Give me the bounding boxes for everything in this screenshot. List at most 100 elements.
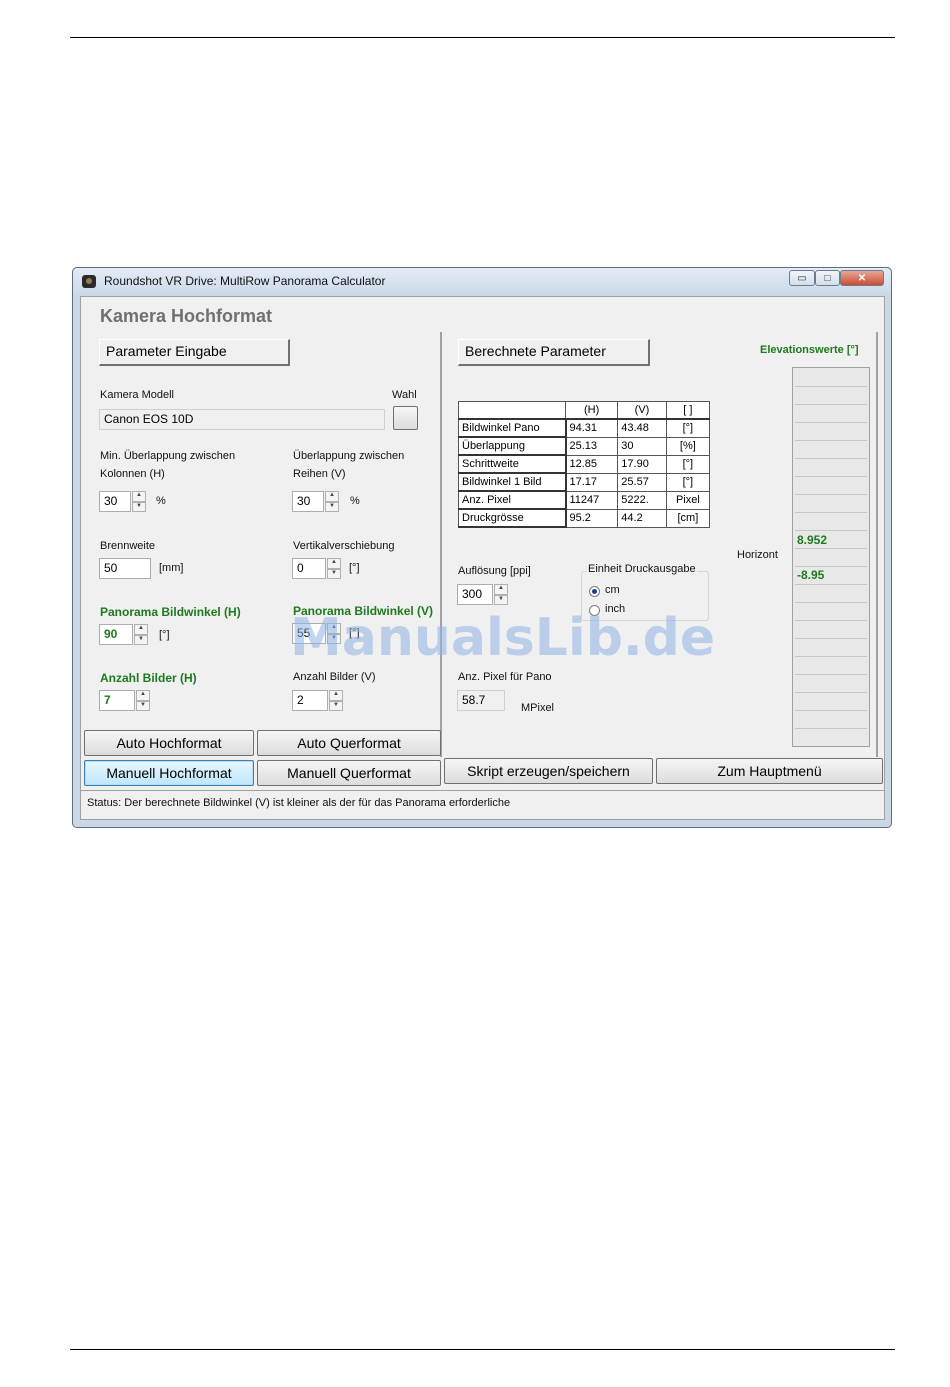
table-cell: [cm] (665, 508, 711, 528)
close-button[interactable]: ✕ (840, 270, 884, 286)
right-panel-border (876, 332, 878, 757)
table-row: Bildwinkel 1 Bild 17.17 25.57 [°] (458, 472, 711, 492)
overlap-rows-stepper[interactable]: ▲ ▼ (325, 491, 339, 512)
resolution-input[interactable]: 300 (457, 584, 493, 605)
table-row-header: Überlappung (458, 436, 567, 456)
elevation-row (795, 530, 867, 531)
maximize-button[interactable]: □ (815, 270, 840, 286)
elevation-row (795, 692, 867, 693)
table-row-header: Bildwinkel 1 Bild (458, 472, 567, 492)
status-bar: Status: Der berechnete Bildwinkel (V) is… (87, 797, 511, 809)
table-row: Druckgrösse 95.2 44.2 [cm] (458, 508, 711, 528)
table-cell: 17.90 (617, 454, 667, 474)
resolution-stepper[interactable]: ▲ ▼ (494, 584, 508, 605)
image-count-h-input[interactable]: 7 (99, 690, 135, 711)
camera-select-button[interactable] (393, 406, 418, 430)
table-cell: 25.13 (564, 436, 619, 456)
auto-portrait-button[interactable]: Auto Hochformat (84, 730, 254, 756)
table-header-row: (H) (V) [ ] (458, 401, 711, 420)
pano-angle-h-unit: [°] (159, 629, 170, 641)
table-row: Bildwinkel Pano 94.31 43.48 [°] (458, 418, 711, 438)
elevation-lower-value: -8.95 (797, 568, 825, 582)
elevation-row (795, 386, 867, 387)
vertical-shift-stepper[interactable]: ▲ ▼ (327, 558, 341, 579)
script-save-button[interactable]: Skript erzeugen/speichern (444, 758, 653, 784)
image-count-h-stepper[interactable]: ▲ ▼ (136, 690, 150, 711)
elevation-row (795, 602, 867, 603)
camera-model-field[interactable]: Canon EOS 10D (99, 409, 385, 430)
overlap-rows-input[interactable]: 30 (292, 491, 324, 512)
camera-model-label: Kamera Modell (100, 389, 174, 401)
table-cell: 12.85 (564, 454, 619, 474)
table-row-header: Schrittweite (458, 454, 567, 474)
camera-icon (82, 275, 96, 288)
manual-portrait-button[interactable]: Manuell Hochformat (84, 760, 254, 786)
elevation-row (795, 512, 867, 513)
elevation-row (795, 422, 867, 423)
table-cell: 17.17 (564, 472, 619, 492)
elevation-row (795, 584, 867, 585)
elevation-row (795, 476, 867, 477)
table-row: Schrittweite 12.85 17.90 [°] (458, 454, 711, 474)
manual-landscape-button[interactable]: Manuell Querformat (257, 760, 441, 786)
table-cell: 11247 (564, 490, 619, 510)
wahl-label: Wahl (392, 389, 417, 401)
client-area: Kamera Hochformat Parameter Eingabe Kame… (80, 296, 885, 820)
print-unit-group-label: Einheit Druckausgabe (587, 563, 697, 575)
image-count-v-stepper[interactable]: ▲ ▼ (329, 690, 343, 711)
unit-cm-radio[interactable] (589, 586, 600, 597)
elevation-row (795, 728, 867, 729)
overlap-rows-label: Überlappung zwischen (293, 450, 405, 462)
elevation-row (795, 638, 867, 639)
results-table: (H) (V) [ ] Bildwinkel Pano 94.31 43.48 … (458, 401, 711, 528)
window-title: Roundshot VR Drive: MultiRow Panorama Ca… (104, 274, 386, 288)
overlap-cols-input[interactable]: 30 (99, 491, 131, 512)
focal-length-unit: [mm] (159, 562, 184, 574)
app-window: Roundshot VR Drive: MultiRow Panorama Ca… (72, 267, 892, 828)
pano-angle-h-input[interactable]: 90 (99, 624, 133, 645)
table-row: Überlappung 25.13 30 [%] (458, 436, 711, 456)
horizon-label: Horizont (737, 549, 778, 561)
table-cell: Pixel (665, 490, 711, 510)
elevation-title: Elevationswerte [°] (760, 344, 859, 356)
table-cell: 94.31 (564, 418, 619, 438)
table-header-cell: (H) (564, 401, 619, 420)
overlap-cols-stepper[interactable]: ▲ ▼ (132, 491, 146, 512)
page-title: Kamera Hochformat (100, 306, 273, 326)
focal-length-label: Brennweite (100, 540, 156, 552)
pano-angle-h-label: Panorama Bildwinkel (H) (100, 605, 241, 619)
main-menu-button[interactable]: Zum Hauptmenü (656, 758, 883, 784)
title-bar[interactable]: Roundshot VR Drive: MultiRow Panorama Ca… (73, 268, 891, 295)
elevation-row (795, 566, 867, 567)
resolution-label: Auflösung [ppi] (458, 565, 531, 577)
elevation-row (795, 458, 867, 459)
auto-landscape-button[interactable]: Auto Querformat (257, 730, 441, 756)
table-row-header: Druckgrösse (458, 508, 567, 528)
minimize-button[interactable]: ▭ (789, 270, 815, 286)
panel-divider (440, 332, 442, 757)
table-header-cell: (V) (617, 401, 667, 420)
table-cell: 5222. (617, 490, 667, 510)
vertical-shift-input[interactable]: 0 (292, 558, 326, 579)
total-pixels-label: Anz. Pixel für Pano (458, 671, 552, 683)
elevation-upper-value: 8.952 (797, 533, 828, 547)
table-cell: [%] (665, 436, 711, 456)
elevation-row (795, 548, 867, 549)
bottom-rule (70, 1349, 895, 1350)
overlap-rows-unit: % (350, 495, 360, 507)
table-row: Anz. Pixel 11247 5222. Pixel (458, 490, 711, 510)
overlap-cols-unit: % (156, 495, 166, 507)
focal-length-input[interactable]: 50 (99, 558, 151, 579)
calculated-params-button[interactable]: Berechnete Parameter (458, 339, 650, 366)
table-cell: [°] (665, 454, 711, 474)
table-cell: 44.2 (617, 508, 667, 528)
elevation-row (795, 494, 867, 495)
table-cell: 30 (617, 436, 667, 456)
table-cell: 25.57 (617, 472, 667, 492)
unit-cm-label: cm (605, 584, 620, 596)
image-count-v-input[interactable]: 2 (292, 690, 328, 711)
elevation-row (795, 710, 867, 711)
parameter-input-button[interactable]: Parameter Eingabe (99, 339, 290, 366)
elevation-row (795, 404, 867, 405)
pano-angle-h-stepper[interactable]: ▲ ▼ (134, 624, 148, 645)
